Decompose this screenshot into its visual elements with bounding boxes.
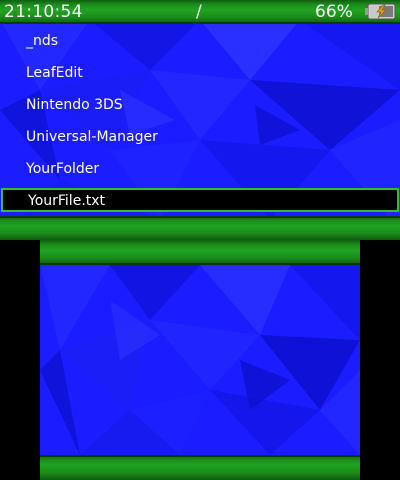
file-item-leafedit[interactable]: LeafEdit [0, 60, 400, 86]
battery-charging-icon [365, 3, 396, 20]
bottom-screen-top-bar [40, 240, 360, 265]
file-list: _nds LeafEdit Nintendo 3DS Universal-Man… [0, 24, 400, 216]
file-item-label: Universal-Manager [26, 129, 158, 145]
top-screen: 21:10:54 / 66% _nds LeafEdit Nintendo 3D… [0, 0, 400, 240]
file-item-nintendo-3ds[interactable]: Nintendo 3DS [0, 92, 400, 118]
bottom-screen [0, 240, 400, 480]
battery-percentage: 66% [315, 2, 353, 22]
file-item-label: _nds [26, 33, 59, 49]
status-bar: 21:10:54 / 66% [0, 0, 400, 24]
file-item-universal-manager[interactable]: Universal-Manager [0, 124, 400, 150]
top-screen-bottom-bar [0, 216, 400, 240]
file-item-label: YourFolder [26, 161, 100, 177]
clock: 21:10:54 [4, 2, 83, 22]
file-item-yourfolder[interactable]: YourFolder [0, 156, 400, 182]
file-item-nds[interactable]: _nds [0, 28, 400, 54]
bottom-screen-bottom-bar [40, 455, 360, 480]
file-item-label: LeafEdit [26, 65, 83, 81]
polygon-background [40, 240, 360, 480]
current-path: / [196, 2, 202, 22]
file-item-yourfile-selected[interactable]: YourFile.txt [1, 188, 399, 212]
file-item-label: YourFile.txt [28, 193, 106, 209]
touch-screen-area[interactable] [40, 240, 360, 480]
file-item-label: Nintendo 3DS [26, 97, 123, 113]
